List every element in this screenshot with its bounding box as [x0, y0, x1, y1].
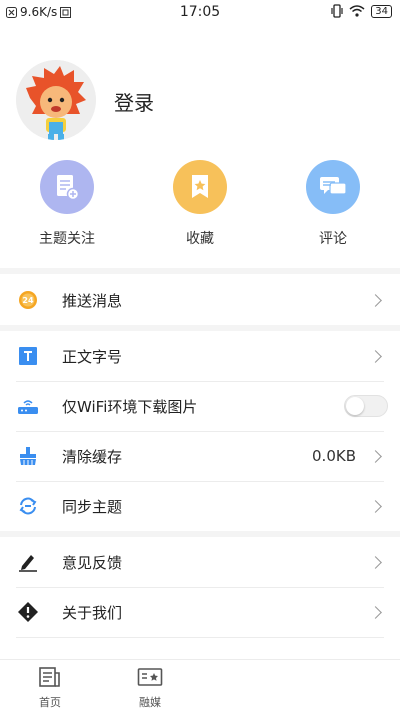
profile-header[interactable]: 登录 [0, 60, 400, 142]
vibrate-icon [331, 4, 343, 18]
chevron-right-icon [369, 555, 382, 569]
comments-button[interactable]: 评论 [278, 160, 388, 248]
lion-mascot-icon [16, 60, 96, 140]
menu-label: 正文字号 [62, 347, 123, 366]
menu-item-font-size[interactable]: 正文字号 [0, 331, 400, 381]
comment-icon [306, 160, 360, 214]
tab-media[interactable]: 融媒 [120, 666, 180, 710]
chevron-right-icon [369, 449, 382, 463]
topic-follow-icon [40, 160, 94, 214]
menu-item-wifi-images[interactable]: 仅WiFi环境下载图片 [0, 381, 400, 431]
news-icon [39, 667, 60, 687]
tab-label: 融媒 [139, 696, 161, 709]
row-divider [16, 637, 384, 638]
section-divider [0, 268, 400, 274]
broom-icon [16, 444, 40, 468]
menu-label: 同步主题 [62, 497, 123, 516]
chevron-right-icon [369, 499, 382, 513]
router-icon [16, 394, 40, 418]
menu-label: 意见反馈 [62, 553, 123, 572]
status-right: 34 [331, 4, 392, 18]
chevron-right-icon [369, 605, 382, 619]
menu-item-about-us[interactable]: 关于我们 [0, 587, 400, 637]
battery-indicator: 34 [371, 4, 392, 18]
sync-icon [16, 494, 40, 518]
menu-item-sync-topics[interactable]: 同步主题 [0, 481, 400, 531]
push-badge-count: 24 [22, 295, 34, 305]
menu-item-push[interactable]: 24 推送消息 [0, 275, 400, 325]
login-link[interactable]: 登录 [114, 87, 154, 116]
chevron-right-icon [369, 349, 382, 363]
toggle-knob [346, 397, 364, 415]
menu-label: 推送消息 [62, 291, 123, 310]
comments-label: 评论 [319, 231, 347, 247]
chevron-right-icon [369, 293, 382, 307]
font-size-icon [16, 344, 40, 368]
wifi-icon [349, 5, 365, 17]
tab-home[interactable]: 首页 [20, 666, 80, 710]
media-icon [137, 668, 163, 686]
bottom-tab-bar: 首页 融媒 [0, 659, 400, 711]
bookmark-icon [173, 160, 227, 214]
menu-item-feedback[interactable]: 意见反馈 [0, 537, 400, 587]
push-badge-icon: 24 [16, 288, 40, 312]
pencil-icon [16, 550, 40, 574]
topic-follow-button[interactable]: 主题关注 [12, 160, 122, 248]
favorites-button[interactable]: 收藏 [145, 160, 255, 248]
menu-label: 清除缓存 [62, 447, 123, 466]
menu-label: 关于我们 [62, 603, 123, 622]
quick-actions: 主题关注 收藏 评论 [0, 160, 400, 252]
wifi-only-toggle[interactable] [344, 395, 388, 417]
avatar[interactable] [16, 60, 96, 140]
tab-label: 首页 [39, 696, 61, 709]
status-bar: 9.6K/s 17:05 34 [0, 0, 400, 26]
info-diamond-icon [16, 600, 40, 624]
favorites-label: 收藏 [186, 231, 214, 247]
menu-item-clear-cache[interactable]: 清除缓存 0.0KB [0, 431, 400, 481]
topic-follow-label: 主题关注 [39, 231, 95, 247]
cache-size: 0.0KB [312, 447, 356, 465]
menu-label: 仅WiFi环境下载图片 [62, 397, 198, 416]
